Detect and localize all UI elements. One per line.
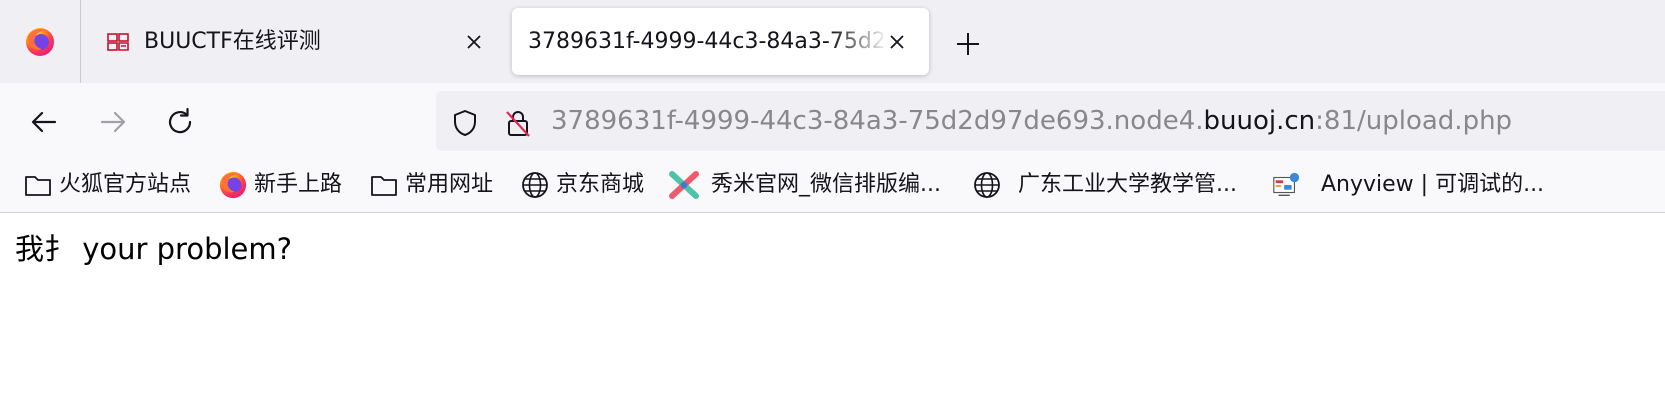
tab-buuctf[interactable]: BUUCTF在线评测: [92, 8, 502, 75]
close-tab-icon[interactable]: [462, 30, 486, 54]
tracking-protection-shield-icon[interactable]: [450, 108, 480, 138]
tab-title: 3789631f-4999-44c3-84a3-75d2d97de693.nod…: [528, 29, 888, 54]
bookmark-folder-common[interactable]: 常用网址: [369, 170, 493, 200]
back-arrow-icon[interactable]: [27, 105, 61, 139]
tab-strip: BUUCTF在线评测 3789631f-4999-44c3-84a3-75d2d…: [0, 0, 1665, 83]
new-tab-plus-icon[interactable]: [952, 28, 984, 60]
bookmark-getting-started[interactable]: 新手上路: [218, 170, 342, 200]
tab-separator: [80, 0, 81, 83]
folder-icon: [371, 176, 397, 196]
url-suffix: :81/upload.php: [1315, 106, 1513, 136]
bookmark-label: 京东商城: [556, 172, 645, 197]
bookmark-folder-huohu[interactable]: 火狐官方站点: [23, 170, 191, 200]
navigation-toolbar: 3789631f-4999-44c3-84a3-75d2d97de693.nod…: [0, 83, 1665, 160]
url-text[interactable]: 3789631f-4999-44c3-84a3-75d2d97de693.nod…: [551, 105, 1512, 137]
bookmark-gdut[interactable]: 广东工业大学教学管...: [972, 170, 1237, 200]
bookmark-xiumi[interactable]: 秀米官网_微信排版编...: [669, 170, 941, 200]
reload-icon[interactable]: [163, 105, 197, 139]
buuctf-favicon-icon: [107, 33, 129, 51]
xiumi-icon: [669, 171, 699, 199]
bookmark-label: 秀米官网_微信排版编...: [711, 172, 941, 197]
forward-arrow-icon[interactable]: [96, 105, 130, 139]
firefox-view-button[interactable]: [0, 0, 80, 83]
url-domain: buuoj.cn: [1203, 106, 1316, 136]
globe-icon: [974, 172, 1000, 198]
address-bar[interactable]: 3789631f-4999-44c3-84a3-75d2d97de693.nod…: [436, 91, 1665, 151]
firefox-icon: [219, 171, 247, 199]
globe-icon: [522, 172, 548, 198]
url-prefix: 3789631f-4999-44c3-84a3-75d2d97de693.nod…: [551, 106, 1204, 136]
firefox-icon: [26, 27, 54, 56]
insecure-lock-icon[interactable]: [503, 108, 533, 138]
tab-title: BUUCTF在线评测: [144, 29, 321, 54]
close-tab-icon[interactable]: [885, 30, 909, 54]
page-message: 我扌 your problem?: [15, 232, 293, 266]
bookmark-label: 新手上路: [254, 172, 343, 197]
bookmarks-toolbar: 火狐官方站点 新手上路 常用网址 京东商城 秀米官网_微信排版编... 广东工业…: [0, 160, 1665, 213]
tab-upload-page[interactable]: 3789631f-4999-44c3-84a3-75d2d97de693.nod…: [512, 8, 929, 75]
bookmark-label: 常用网址: [405, 172, 494, 197]
bookmark-anyview[interactable]: Anyview | 可调试的...: [1271, 170, 1544, 200]
bookmark-label: 广东工业大学教学管...: [1018, 172, 1237, 197]
bookmark-label: 火狐官方站点: [59, 172, 192, 197]
page-content: 我扌 your problem?: [0, 213, 1665, 418]
bookmark-jd[interactable]: 京东商城: [520, 170, 644, 200]
bookmark-label: Anyview | 可调试的...: [1321, 172, 1545, 197]
folder-icon: [25, 176, 51, 196]
anyview-icon: [1273, 172, 1300, 197]
